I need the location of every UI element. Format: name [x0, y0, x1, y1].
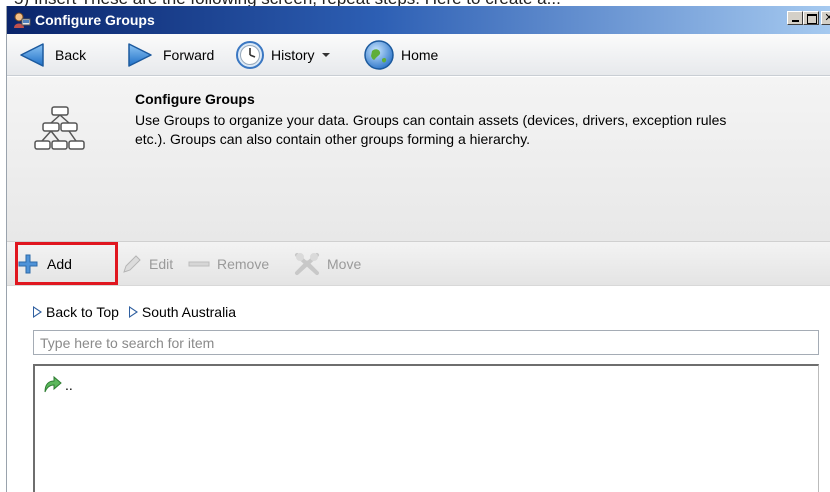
add-label: Add	[47, 256, 72, 272]
remove-label: Remove	[217, 256, 270, 272]
home-button[interactable]: Home	[363, 34, 438, 76]
back-button[interactable]: Back	[17, 34, 86, 76]
breadcrumb: Back to Top South Australia	[33, 302, 246, 322]
navigation-bar: Back Forward History Home	[7, 34, 830, 76]
home-globe-icon	[364, 40, 394, 70]
minimize-button[interactable]	[787, 11, 803, 25]
move-tools-icon	[295, 253, 319, 275]
app-icon	[14, 12, 31, 28]
item-list[interactable]: ..	[33, 364, 819, 492]
title-bar[interactable]: Configure Groups ✕	[7, 6, 830, 34]
move-label: Move	[327, 256, 362, 272]
page-description: Use Groups to organize your data. Groups…	[135, 112, 727, 147]
back-label: Back	[55, 47, 87, 63]
close-button[interactable]: ✕	[821, 11, 830, 25]
toolbar: Add Edit Remove Move	[7, 242, 830, 286]
breadcrumb-south-australia[interactable]: South Australia	[128, 304, 237, 320]
edit-button[interactable]: Edit	[121, 242, 173, 286]
breadcrumb-label: South Australia	[141, 304, 237, 320]
forward-label: Forward	[163, 47, 215, 63]
back-arrow-icon	[20, 43, 44, 67]
forward-button[interactable]: Forward	[125, 34, 214, 76]
forward-arrow-icon	[128, 43, 152, 67]
move-button[interactable]: Move	[293, 242, 361, 286]
remove-button[interactable]: Remove	[187, 242, 269, 286]
up-folder-icon	[44, 375, 62, 393]
group-hierarchy-icon	[34, 106, 85, 150]
pencil-icon	[123, 255, 141, 273]
minus-icon	[188, 261, 210, 267]
add-button[interactable]: Add	[17, 242, 72, 286]
breadcrumb-arrow-icon	[128, 306, 138, 318]
plus-icon	[18, 254, 38, 274]
window-title: Configure Groups	[35, 12, 155, 28]
configure-groups-window: Configure Groups ✕ Back Forward	[6, 6, 830, 492]
clock-icon	[236, 41, 264, 69]
chevron-down-icon	[321, 53, 330, 57]
breadcrumb-arrow-icon	[33, 306, 42, 318]
home-label: Home	[401, 47, 439, 63]
search-input[interactable]	[33, 330, 819, 355]
breadcrumb-back-to-top[interactable]: Back to Top	[33, 304, 119, 320]
history-label: History	[271, 47, 315, 63]
maximize-button[interactable]	[803, 11, 819, 25]
edit-label: Edit	[149, 256, 174, 272]
page-title: Configure Groups	[135, 91, 255, 107]
list-item-parent[interactable]: ..	[41, 372, 73, 394]
list-item-label: ..	[65, 377, 73, 393]
breadcrumb-label: Back to Top	[46, 304, 119, 320]
page-header: Configure Groups Use Groups to organize …	[7, 77, 830, 242]
history-dropdown[interactable]: History	[235, 34, 331, 76]
